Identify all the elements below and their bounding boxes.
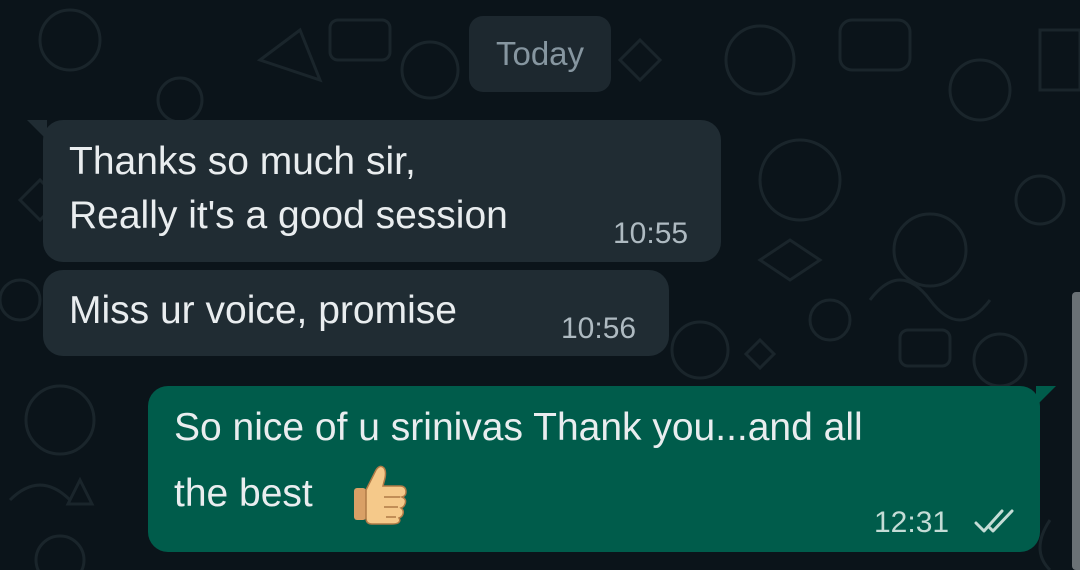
outgoing-message-bubble[interactable]: So nice of u srinivas Thank you...and al… <box>148 386 1056 552</box>
scrollbar[interactable] <box>1072 292 1080 570</box>
message-text-line: the best <box>174 472 313 515</box>
incoming-message-bubble[interactable]: Thanks so much sir, Really it's a good s… <box>27 120 721 262</box>
date-chip-label: Today <box>495 35 585 72</box>
thumbs-up-icon <box>354 465 407 525</box>
bubble-tail <box>27 120 47 140</box>
message-timestamp: 10:55 <box>613 217 689 250</box>
bubble-tail <box>1036 386 1056 406</box>
message-timestamp: 10:56 <box>561 312 637 345</box>
chat-area[interactable]: Today Thanks so much sir, Really it's a … <box>0 0 1080 570</box>
date-chip: Today <box>469 16 611 92</box>
message-text-line: Really it's a good session <box>69 194 508 237</box>
message-text-line: Miss ur voice, promise <box>69 289 457 332</box>
message-timestamp: 12:31 <box>874 506 950 539</box>
message-text-line: Thanks so much sir, <box>69 140 416 183</box>
message-text-line: So nice of u srinivas Thank you...and al… <box>174 406 863 449</box>
incoming-message-bubble[interactable]: Miss ur voice, promise 10:56 <box>43 270 669 356</box>
double-tick-read-icon <box>974 509 1014 533</box>
